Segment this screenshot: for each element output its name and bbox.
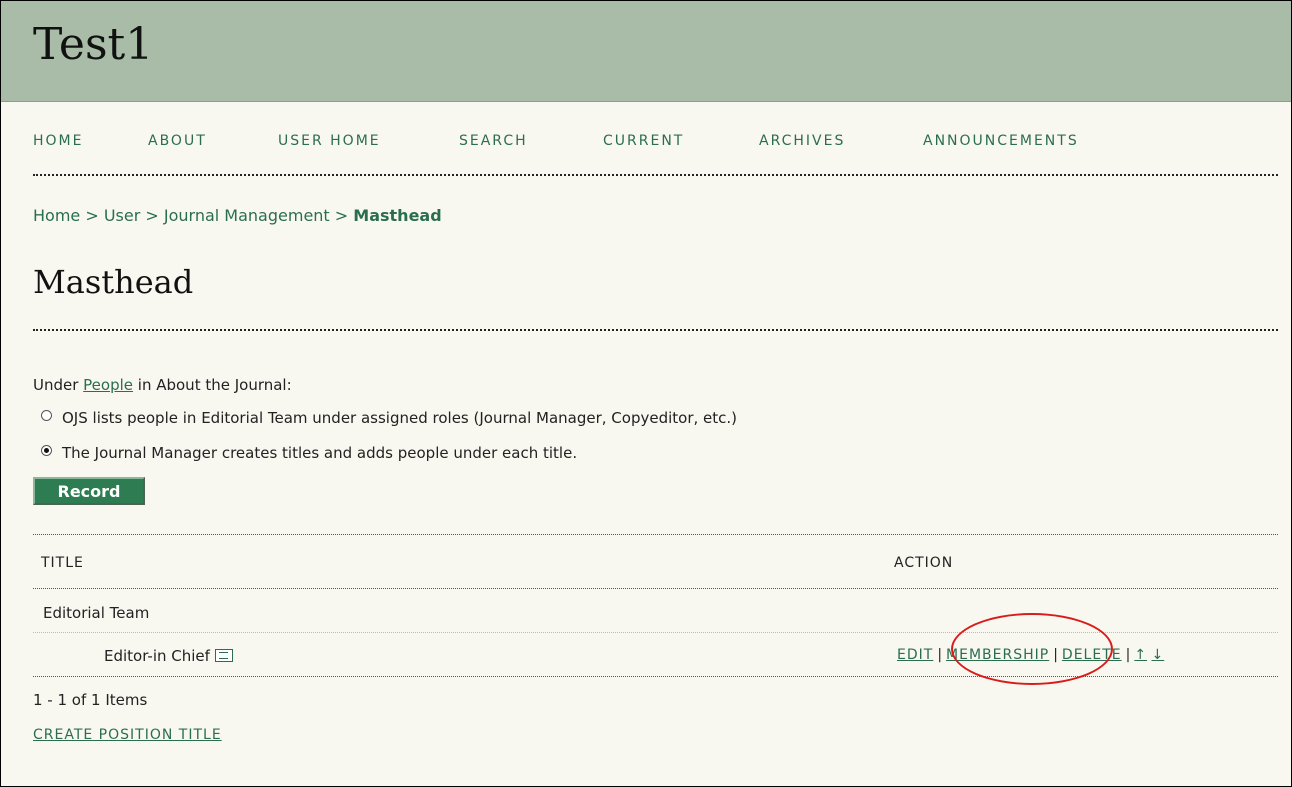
option-ojs-roles[interactable]: OJS lists people in Editorial Team under…	[41, 409, 737, 427]
action-separator: |	[937, 647, 943, 663]
option-manager-titles[interactable]: The Journal Manager creates titles and a…	[41, 444, 577, 462]
create-position-title-link[interactable]: CREATE POSITION TITLE	[33, 727, 222, 743]
breadcrumb: Home > User > Journal Management > Masth…	[33, 206, 442, 225]
breadcrumb-separator: >	[140, 206, 164, 225]
nav-archives[interactable]: ARCHIVES	[759, 133, 845, 149]
column-header-title: TITLE	[41, 555, 84, 571]
table-top-rule	[33, 534, 1278, 535]
nav-announcements[interactable]: ANNOUNCEMENTS	[923, 133, 1079, 149]
group-title: Editorial Team	[43, 604, 150, 622]
option-ojs-roles-label: OJS lists people in Editorial Team under…	[62, 409, 738, 427]
page-title: Masthead	[33, 263, 194, 301]
option-manager-titles-label: The Journal Manager creates titles and a…	[62, 444, 578, 462]
breadcrumb-journal-management[interactable]: Journal Management	[164, 206, 330, 225]
nav-user-home[interactable]: USER HOME	[278, 133, 381, 149]
people-setting-label: Under People in About the Journal:	[33, 376, 292, 394]
intro-prefix: Under	[33, 376, 84, 394]
edit-link[interactable]: EDIT	[897, 647, 933, 663]
nav-current[interactable]: CURRENT	[603, 133, 684, 149]
position-title: Editor-in Chief	[104, 647, 210, 665]
intro-suffix: in About the Journal:	[133, 376, 292, 394]
items-count: 1 - 1 of 1 Items	[33, 691, 148, 709]
breadcrumb-home[interactable]: Home	[33, 206, 80, 225]
action-separator: |	[1125, 647, 1131, 663]
people-link[interactable]: People	[83, 376, 133, 394]
nav-home[interactable]: HOME	[33, 133, 83, 149]
table-row: Editor-in Chief	[104, 647, 233, 665]
radio-manager-titles[interactable]	[41, 445, 52, 456]
breadcrumb-current[interactable]: Masthead	[353, 206, 441, 225]
table-bottom-rule	[33, 676, 1278, 677]
nav-about[interactable]: ABOUT	[148, 133, 207, 149]
breadcrumb-separator: >	[80, 206, 104, 225]
record-button[interactable]: Record	[33, 477, 145, 505]
page-frame: Test1 HOME ABOUT USER HOME SEARCH CURREN…	[0, 0, 1292, 787]
move-up-link[interactable]: ↑	[1134, 647, 1147, 663]
breadcrumb-user[interactable]: User	[104, 206, 140, 225]
move-down-link[interactable]: ↓	[1152, 647, 1165, 663]
biography-icon[interactable]	[214, 649, 233, 662]
breadcrumb-separator: >	[329, 206, 354, 225]
site-title: Test1	[33, 19, 154, 70]
radio-ojs-roles[interactable]	[41, 410, 52, 421]
nav-divider	[33, 174, 1278, 176]
nav-search[interactable]: SEARCH	[459, 133, 528, 149]
header-bottom-rule	[33, 588, 1278, 589]
site-header: Test1	[1, 1, 1291, 102]
column-header-action: ACTION	[894, 555, 954, 571]
title-divider	[33, 329, 1278, 331]
membership-highlight-circle	[951, 613, 1113, 685]
